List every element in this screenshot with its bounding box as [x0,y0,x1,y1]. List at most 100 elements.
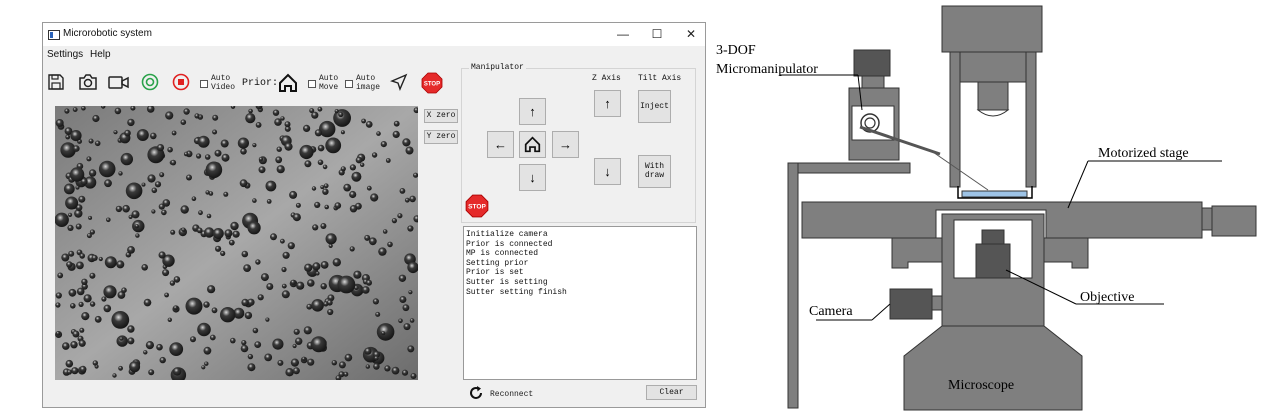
video-icon[interactable] [108,73,130,96]
microbead [376,131,381,136]
microbead [327,308,334,316]
microbead [156,144,165,152]
auto-image-checkbox[interactable] [345,80,353,88]
microbead [75,223,82,230]
home-icon[interactable] [278,73,298,98]
microbead [405,146,414,155]
microbead [220,139,229,148]
stage-callout [1067,160,1089,209]
close-button[interactable]: ✕ [683,27,699,41]
manipulator-label-2: Micromanipulator [716,62,818,77]
microbead [391,218,397,224]
menu-bar: Settings Help [43,47,705,63]
record-stop-icon[interactable] [172,73,190,96]
reconnect-icon[interactable] [468,385,484,406]
microbead [170,229,176,235]
reconnect-label[interactable]: Reconnect [490,391,533,399]
save-icon[interactable] [47,73,65,96]
microbead [349,246,355,252]
navigate-icon[interactable] [390,73,408,96]
microbead [384,365,391,372]
microbead [196,153,202,159]
microbead [274,118,282,126]
manipulator-label-1: 3-DOF [716,43,756,58]
microbead [334,202,342,209]
microbead [88,215,93,220]
microbead [334,109,339,114]
move-down-button[interactable]: ↓ [519,164,546,191]
microbead [314,201,321,208]
auto-video-checkbox[interactable] [200,80,208,88]
microbead [337,275,356,294]
microbead [125,182,143,200]
microbead [323,301,329,307]
microbead [353,270,362,279]
microbead [317,159,324,166]
microbead [156,343,163,351]
x-zero-button[interactable]: X zero [424,109,458,123]
microbead [65,359,74,368]
manipulator-home-button[interactable] [519,131,546,158]
microbead [392,130,400,138]
microbead [185,297,203,315]
microbead [136,129,149,141]
microscope-label: Microscope [948,378,1014,393]
withdraw-button[interactable]: With draw [638,155,671,188]
z-down-button[interactable]: ↓ [594,158,621,185]
microbead [230,221,239,231]
move-left-button[interactable]: ← [487,131,514,158]
stop-sign-icon[interactable]: STOP [421,72,443,99]
microbead [240,344,249,353]
camera-icon[interactable] [78,73,98,96]
move-up-button[interactable]: ↑ [519,98,546,125]
log-output[interactable]: Initialize camera Prior is connected MP … [463,226,697,380]
microbead [402,304,410,312]
microbead [98,256,103,262]
microbead [147,174,156,183]
z-up-button[interactable]: ↑ [594,90,621,117]
menu-settings[interactable]: Settings [47,49,83,60]
microbead [364,347,372,355]
inject-button[interactable]: Inject [638,90,671,123]
minimize-button[interactable]: — [615,27,631,41]
auto-move-label-2: Move [319,83,339,92]
microbead [151,187,158,194]
microbead [311,186,317,191]
microbead [228,239,235,246]
microbead [89,301,96,307]
microbead [86,156,92,162]
menu-help[interactable]: Help [90,49,111,60]
microbead [120,152,133,166]
maximize-button[interactable]: ☐ [649,27,665,41]
objective-lens [975,243,1011,279]
app-window: Microrobotic system — ☐ ✕ Settings Help … [42,22,706,408]
auto-move-checkbox[interactable] [308,80,316,88]
stage-label: Motorized stage [1098,146,1189,161]
microscope-head [941,5,1043,53]
microbead [304,263,313,272]
microbead [241,250,249,258]
microbead [69,167,85,182]
microbead [158,251,166,259]
microbead [194,113,200,119]
microbead [272,109,280,116]
manipulator-dial-inner [864,117,876,129]
move-right-button[interactable]: → [552,131,579,158]
microbead [295,337,303,345]
manipulator-stop-icon[interactable]: STOP [465,194,489,223]
clear-button[interactable]: Clear [646,385,697,400]
microbead [243,264,252,272]
microbead [203,346,212,355]
microbead [275,156,283,164]
microbead [272,338,284,350]
microbead [205,161,223,179]
microbead [70,130,82,142]
microbead [276,146,282,152]
record-start-icon[interactable] [141,73,159,96]
y-zero-button[interactable]: Y zero [424,130,458,144]
microbead [230,337,236,344]
microbead [245,113,256,124]
microbead [382,229,388,234]
microbead [331,360,337,366]
camera-view[interactable] [55,106,418,380]
